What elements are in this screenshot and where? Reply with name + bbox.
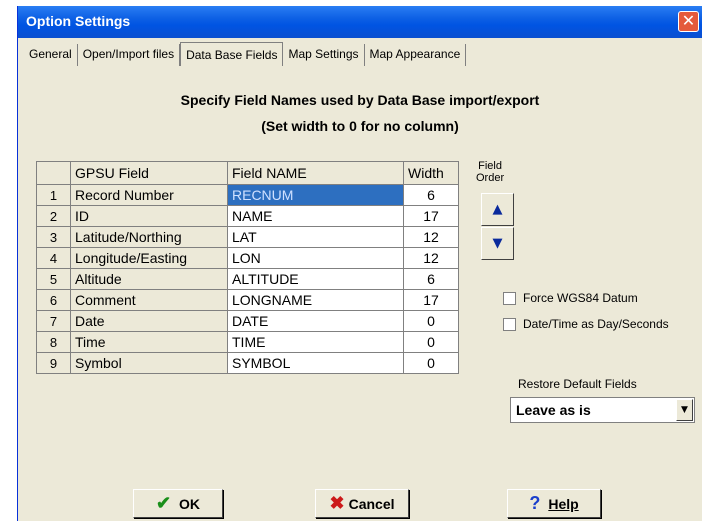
- gpsu-field-cell: Comment: [70, 289, 228, 311]
- field-name-cell[interactable]: DATE: [227, 310, 404, 332]
- table-row: 6 Comment LONGNAME 17: [36, 289, 459, 311]
- row-number: 5: [36, 268, 71, 290]
- cancel-button[interactable]: ✖ Cancel: [315, 489, 409, 518]
- chevron-down-icon[interactable]: ▼: [676, 399, 693, 421]
- field-order-label: Field Order: [476, 160, 505, 184]
- gpsu-field-cell: Record Number: [70, 184, 228, 206]
- move-down-button[interactable]: ▼: [481, 227, 514, 260]
- tab-open-import-files[interactable]: Open/Import files: [78, 44, 181, 66]
- help-label: Help: [548, 495, 579, 512]
- tab-strip: General Open/Import files Data Base Fiel…: [24, 42, 467, 66]
- tab-general[interactable]: General: [24, 44, 78, 66]
- row-number: 7: [36, 310, 71, 332]
- help-button[interactable]: ? Help: [507, 489, 601, 518]
- width-cell[interactable]: 6: [403, 184, 459, 206]
- field-name-cell[interactable]: NAME: [227, 205, 404, 227]
- table-row: 5 Altitude ALTITUDE 6: [36, 268, 459, 290]
- field-name-cell[interactable]: LAT: [227, 226, 404, 248]
- table-row: 7 Date DATE 0: [36, 310, 459, 332]
- column-header-width: Width: [403, 161, 459, 185]
- gpsu-field-cell: Latitude/Northing: [70, 226, 228, 248]
- gpsu-field-cell: ID: [70, 205, 228, 227]
- width-cell[interactable]: 6: [403, 268, 459, 290]
- move-up-button[interactable]: ▲: [481, 193, 514, 226]
- date-time-seconds-label: Date/Time as Day/Seconds: [523, 317, 669, 331]
- tab-map-settings[interactable]: Map Settings: [283, 44, 365, 66]
- question-mark-icon: ?: [529, 493, 541, 513]
- fields-table: GPSU Field Field NAME Width 1 Record Numb…: [36, 161, 459, 374]
- restore-default-value: Leave as is: [516, 402, 591, 418]
- restore-default-select[interactable]: Leave as is ▼: [510, 397, 695, 423]
- width-cell[interactable]: 0: [403, 352, 459, 374]
- ok-button[interactable]: ✔ OK: [133, 489, 223, 518]
- tab-map-appearance[interactable]: Map Appearance: [365, 44, 467, 66]
- heading-line-2: (Set width to 0 for no column): [261, 118, 459, 134]
- date-time-seconds-checkbox[interactable]: Date/Time as Day/Seconds: [503, 317, 669, 331]
- row-number: 3: [36, 226, 71, 248]
- gpsu-field-cell: Symbol: [70, 352, 228, 374]
- arrow-up-icon: ▲: [492, 202, 503, 217]
- title-bar[interactable]: Option Settings ✕: [18, 6, 702, 38]
- checkbox-box[interactable]: [503, 317, 516, 331]
- checkmark-icon: ✔: [155, 493, 172, 513]
- gpsu-field-cell: Altitude: [70, 268, 228, 290]
- option-settings-window: Option Settings ✕ General Open/Import fi…: [17, 6, 702, 521]
- field-name-cell[interactable]: ALTITUDE: [227, 268, 404, 290]
- width-cell[interactable]: 12: [403, 226, 459, 248]
- field-name-cell[interactable]: RECNUM: [227, 184, 404, 206]
- column-header-index: [36, 161, 71, 185]
- width-cell[interactable]: 0: [403, 331, 459, 353]
- force-wgs84-checkbox[interactable]: Force WGS84 Datum: [503, 291, 638, 305]
- table-header-row: GPSU Field Field NAME Width: [36, 161, 459, 185]
- row-number: 6: [36, 289, 71, 311]
- table-row: 8 Time TIME 0: [36, 331, 459, 353]
- table-row: 4 Longitude/Easting LON 12: [36, 247, 459, 269]
- table-row: 1 Record Number RECNUM 6: [36, 184, 459, 206]
- column-header-field-name: Field NAME: [227, 161, 404, 185]
- table-row: 3 Latitude/Northing LAT 12: [36, 226, 459, 248]
- heading-line-1: Specify Field Names used by Data Base im…: [180, 92, 540, 108]
- tab-data-base-fields[interactable]: Data Base Fields: [180, 42, 284, 66]
- table-row: 2 ID NAME 17: [36, 205, 459, 227]
- field-name-cell[interactable]: LONGNAME: [227, 289, 404, 311]
- close-button[interactable]: ✕: [678, 11, 699, 32]
- row-number: 4: [36, 247, 71, 269]
- field-name-cell[interactable]: TIME: [227, 331, 404, 353]
- ok-label: OK: [179, 495, 201, 512]
- restore-default-fields-label: Restore Default Fields: [518, 377, 637, 391]
- gpsu-field-cell: Date: [70, 310, 228, 332]
- width-cell[interactable]: 17: [403, 289, 459, 311]
- width-cell[interactable]: 12: [403, 247, 459, 269]
- row-number: 9: [36, 352, 71, 374]
- width-cell[interactable]: 17: [403, 205, 459, 227]
- field-name-cell[interactable]: SYMBOL: [227, 352, 404, 374]
- force-wgs84-label: Force WGS84 Datum: [523, 291, 638, 305]
- close-icon: ✕: [681, 11, 696, 30]
- table-row: 9 Symbol SYMBOL 0: [36, 352, 459, 374]
- row-number: 2: [36, 205, 71, 227]
- width-cell[interactable]: 0: [403, 310, 459, 332]
- gpsu-field-cell: Longitude/Easting: [70, 247, 228, 269]
- window-title: Option Settings: [26, 13, 131, 29]
- row-number: 1: [36, 184, 71, 206]
- arrow-down-icon: ▼: [492, 236, 503, 251]
- gpsu-field-cell: Time: [70, 331, 228, 353]
- field-name-cell[interactable]: LON: [227, 247, 404, 269]
- column-header-gpsu-field: GPSU Field: [70, 161, 228, 185]
- cancel-label: Cancel: [348, 495, 395, 512]
- x-icon: ✖: [329, 493, 345, 513]
- checkbox-box[interactable]: [503, 291, 516, 305]
- row-number: 8: [36, 331, 71, 353]
